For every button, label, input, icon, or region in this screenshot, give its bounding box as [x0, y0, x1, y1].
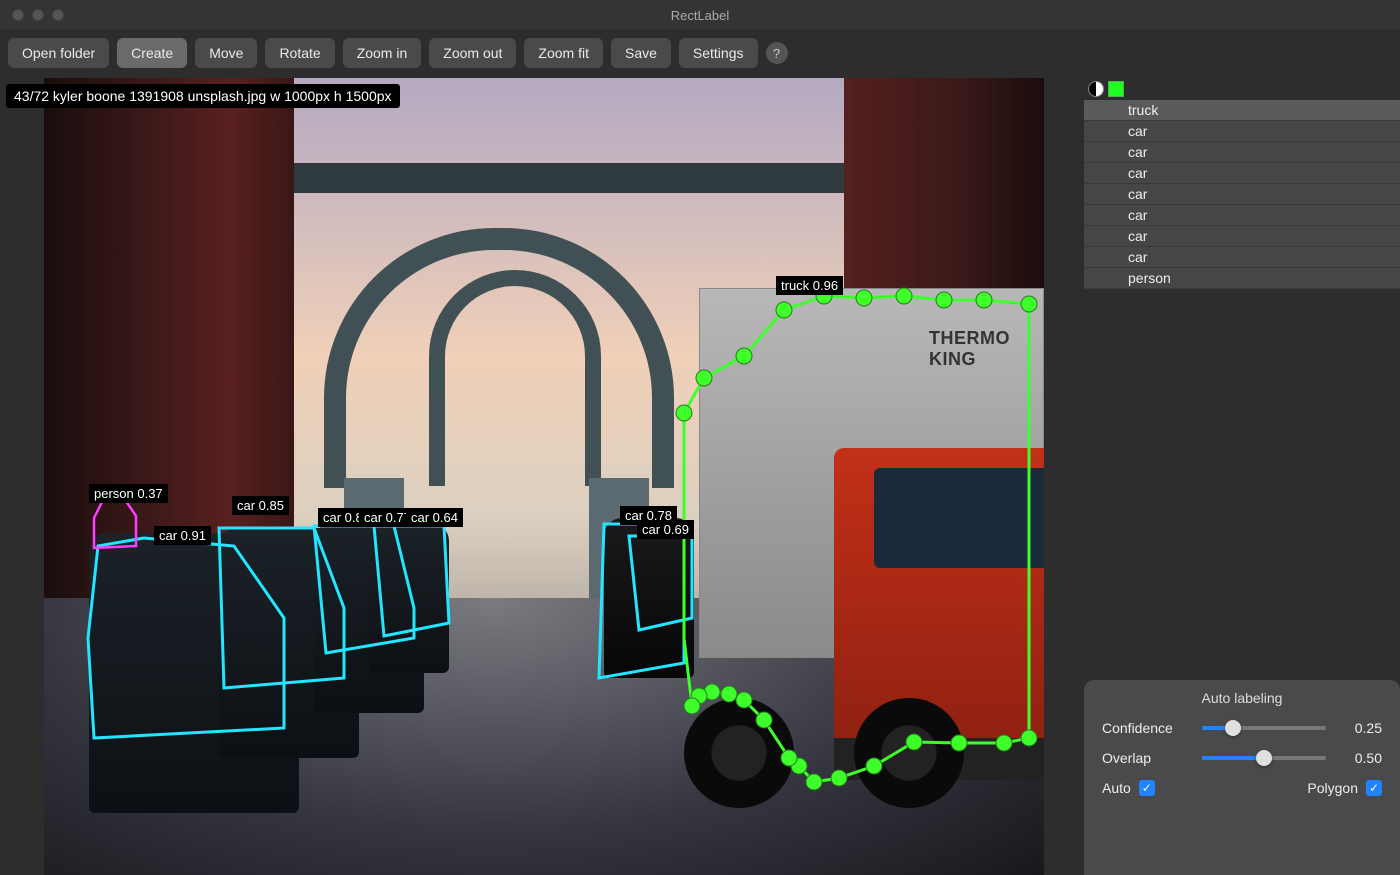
label-car-2: car 0.85: [232, 496, 289, 515]
right-column: truck car car car car car car car person…: [1084, 78, 1400, 875]
object-row-car[interactable]: car: [1084, 142, 1400, 163]
confidence-value: 0.25: [1336, 720, 1382, 736]
zoom-fit-button[interactable]: Zoom fit: [524, 38, 603, 68]
object-row-car[interactable]: car: [1084, 247, 1400, 268]
label-person: person 0.37: [89, 484, 168, 503]
titlebar: RectLabel: [0, 0, 1400, 30]
image-status: 43/72 kyler boone 1391908 unsplash.jpg w…: [6, 84, 400, 108]
overlap-knob[interactable]: [1256, 750, 1272, 766]
minimize-window-icon[interactable]: [32, 9, 44, 21]
canvas-pane[interactable]: 43/72 kyler boone 1391908 unsplash.jpg w…: [0, 78, 1084, 875]
polygon-label: Polygon: [1307, 780, 1358, 796]
object-row-car[interactable]: car: [1084, 163, 1400, 184]
color-swatches: [1084, 78, 1400, 100]
maximize-window-icon[interactable]: [52, 9, 64, 21]
panel-title: Auto labeling: [1102, 690, 1382, 706]
polygon-checkbox[interactable]: [1366, 780, 1382, 796]
image-stage: THERMO KING truck 0.96 person 0.37 car 0…: [44, 78, 1044, 875]
auto-label: Auto: [1102, 780, 1131, 796]
open-folder-button[interactable]: Open folder: [8, 38, 109, 68]
overlap-value: 0.50: [1336, 750, 1382, 766]
label-truck: truck 0.96: [776, 276, 843, 295]
move-button[interactable]: Move: [195, 38, 257, 68]
object-row-car[interactable]: car: [1084, 226, 1400, 247]
toolbar: Open folder Create Move Rotate Zoom in Z…: [0, 30, 1400, 78]
window-controls: [0, 9, 64, 21]
close-window-icon[interactable]: [12, 9, 24, 21]
label-car-5: car 0.64: [406, 508, 463, 527]
zoom-in-button[interactable]: Zoom in: [343, 38, 422, 68]
confidence-label: Confidence: [1102, 720, 1192, 736]
confidence-knob[interactable]: [1225, 720, 1241, 736]
confidence-slider[interactable]: [1202, 726, 1326, 730]
window-title: RectLabel: [0, 8, 1400, 23]
object-list: truck car car car car car car car person: [1084, 100, 1400, 289]
rotate-button[interactable]: Rotate: [265, 38, 334, 68]
label-car-1: car 0.91: [154, 526, 211, 545]
label-color-swatch[interactable]: [1108, 81, 1124, 97]
object-row-car[interactable]: car: [1084, 205, 1400, 226]
zoom-out-button[interactable]: Zoom out: [429, 38, 516, 68]
truck-brand-text: THERMO KING: [929, 328, 1044, 370]
label-car-7: car 0.69: [637, 520, 694, 539]
overlap-slider[interactable]: [1202, 756, 1326, 760]
auto-labeling-panel: Auto labeling Confidence 0.25 Overlap 0.…: [1084, 680, 1400, 875]
auto-checkbox[interactable]: [1139, 780, 1155, 796]
object-row-person[interactable]: person: [1084, 268, 1400, 289]
workspace: 43/72 kyler boone 1391908 unsplash.jpg w…: [0, 78, 1400, 875]
object-row-truck[interactable]: truck: [1084, 100, 1400, 121]
settings-button[interactable]: Settings: [679, 38, 758, 68]
contrast-toggle-icon[interactable]: [1088, 81, 1104, 97]
help-icon[interactable]: ?: [766, 42, 788, 64]
object-row-car[interactable]: car: [1084, 121, 1400, 142]
object-row-car[interactable]: car: [1084, 184, 1400, 205]
overlap-label: Overlap: [1102, 750, 1192, 766]
create-button[interactable]: Create: [117, 38, 187, 68]
save-button[interactable]: Save: [611, 38, 671, 68]
scene-artwork: THERMO KING: [44, 78, 1044, 875]
